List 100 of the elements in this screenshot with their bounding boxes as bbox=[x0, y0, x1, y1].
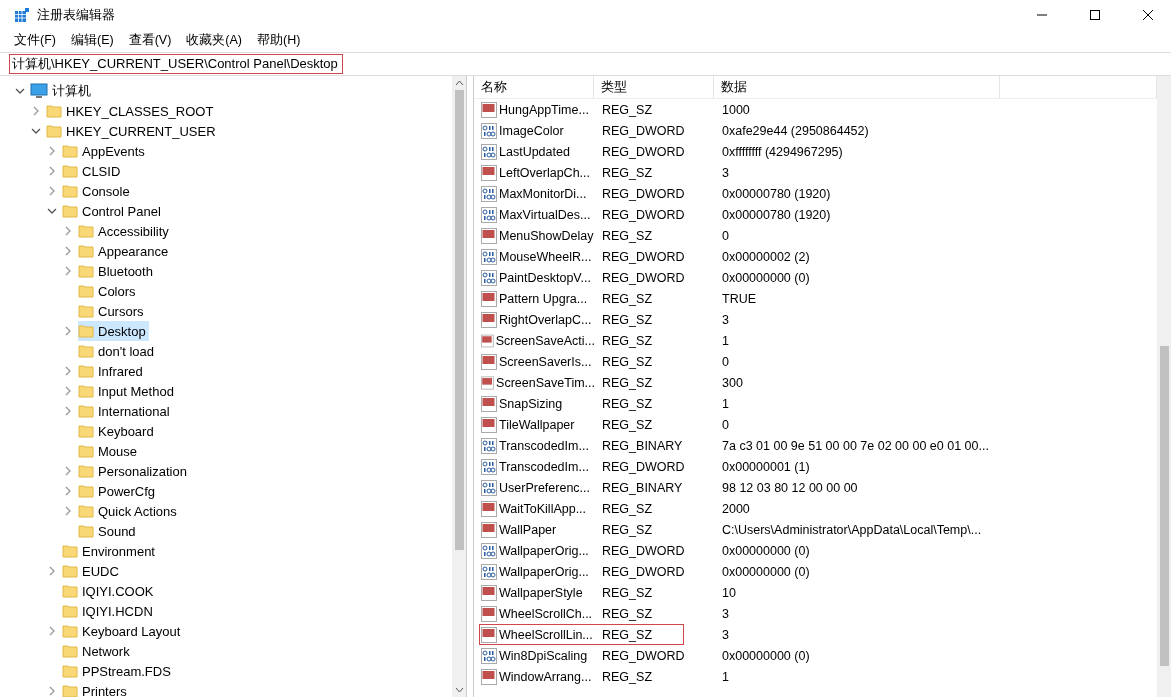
binary-value-icon bbox=[481, 458, 497, 475]
string-value-icon bbox=[481, 584, 497, 601]
value-data: 0x00000000 (0) bbox=[722, 270, 810, 285]
folder-icon bbox=[78, 243, 94, 259]
scrollbar[interactable] bbox=[1157, 76, 1171, 697]
column-header[interactable]: 数据 bbox=[713, 76, 1000, 98]
value-name: Pattern Upgra... bbox=[499, 291, 588, 306]
app-icon bbox=[14, 7, 30, 23]
tree-item[interactable]: HKEY_CLASSES_ROOT bbox=[46, 101, 217, 121]
tree-item[interactable]: 计算机 bbox=[30, 81, 94, 101]
tree-item[interactable]: Environment bbox=[62, 541, 158, 561]
tree-item[interactable]: Cursors bbox=[78, 301, 147, 321]
value-type: REG_SZ bbox=[602, 627, 652, 642]
tree-item[interactable]: HKEY_CURRENT_USER bbox=[46, 121, 219, 141]
folder-icon bbox=[62, 563, 78, 579]
value-type: REG_SZ bbox=[602, 312, 652, 327]
folder-icon bbox=[78, 523, 94, 539]
value-data: 0 bbox=[722, 228, 729, 243]
string-value-icon bbox=[481, 353, 497, 370]
tree-item[interactable]: PPStream.FDS bbox=[62, 661, 174, 681]
value-data: 0xffffffff (4294967295) bbox=[722, 144, 843, 159]
tree-item[interactable]: IQIYI.HCDN bbox=[62, 601, 156, 621]
menu-item[interactable]: 编辑(E) bbox=[70, 31, 114, 49]
string-value-icon bbox=[481, 626, 497, 643]
string-value-icon bbox=[481, 605, 497, 622]
binary-value-icon bbox=[481, 542, 497, 559]
tree-item[interactable]: Personalization bbox=[78, 461, 190, 481]
tree-item[interactable]: PowerCfg bbox=[78, 481, 159, 501]
tree-item[interactable]: Desktop bbox=[78, 321, 149, 341]
folder-icon bbox=[46, 103, 62, 119]
binary-value-icon bbox=[481, 143, 497, 160]
folder-icon bbox=[78, 483, 94, 499]
tree-item[interactable]: Keyboard bbox=[78, 421, 157, 441]
binary-value-icon bbox=[481, 122, 497, 139]
value-type: REG_DWORD bbox=[602, 144, 685, 159]
folder-icon bbox=[78, 323, 94, 339]
binary-value-icon bbox=[481, 647, 497, 664]
value-name: LastUpdated bbox=[499, 144, 570, 159]
tree-item[interactable]: Control Panel bbox=[62, 201, 164, 221]
tree-item[interactable]: Sound bbox=[78, 521, 139, 541]
string-value-icon bbox=[481, 374, 495, 391]
menu-item[interactable]: 帮助(H) bbox=[257, 31, 301, 49]
tree-item[interactable]: International bbox=[78, 401, 173, 421]
folder-icon bbox=[78, 303, 94, 319]
value-name: PaintDesktopV... bbox=[499, 270, 591, 285]
value-data: 7a c3 01 00 9e 51 00 00 7e 02 00 00 e0 01 00... bbox=[722, 438, 989, 453]
menu-item[interactable]: 文件(F) bbox=[14, 31, 56, 49]
tree-item[interactable]: Printers bbox=[62, 681, 130, 697]
string-value-icon bbox=[481, 101, 497, 118]
folder-icon bbox=[78, 443, 94, 459]
tree-item[interactable]: Input Method bbox=[78, 381, 177, 401]
value-type: REG_SZ bbox=[602, 585, 652, 600]
tree-item[interactable]: IQIYI.COOK bbox=[62, 581, 157, 601]
tree-item[interactable]: AppEvents bbox=[62, 141, 148, 161]
value-data: 2000 bbox=[722, 501, 750, 516]
value-type: REG_DWORD bbox=[602, 648, 685, 663]
value-name: WindowArrang... bbox=[499, 669, 592, 684]
value-type: REG_DWORD bbox=[602, 270, 685, 285]
tree-item[interactable]: Infrared bbox=[78, 361, 146, 381]
value-name: TranscodedIm... bbox=[499, 438, 589, 453]
value-data: 0x00000780 (1920) bbox=[722, 207, 831, 222]
tree-item[interactable]: CLSID bbox=[62, 161, 124, 181]
folder-icon bbox=[78, 283, 94, 299]
tree-item[interactable]: Quick Actions bbox=[78, 501, 180, 521]
column-header[interactable]: 名称 bbox=[474, 76, 595, 98]
value-name: TranscodedIm... bbox=[499, 459, 589, 474]
value-name: MaxVirtualDes... bbox=[499, 207, 591, 222]
tree-item[interactable]: Colors bbox=[78, 281, 139, 301]
binary-value-icon bbox=[481, 269, 497, 286]
tree-item[interactable]: Mouse bbox=[78, 441, 141, 461]
address-field[interactable]: 计算机\HKEY_CURRENT_USER\Control Panel\Desktop bbox=[9, 54, 343, 74]
folder-icon bbox=[62, 203, 78, 219]
menu-item[interactable]: 收藏夹(A) bbox=[186, 31, 242, 49]
tree-item[interactable]: Bluetooth bbox=[78, 261, 156, 281]
value-type: REG_DWORD bbox=[602, 543, 685, 558]
tree-item[interactable]: EUDC bbox=[62, 561, 122, 581]
column-header[interactable]: 类型 bbox=[594, 76, 714, 98]
tree-item[interactable]: Keyboard Layout bbox=[62, 621, 184, 641]
value-data: 3 bbox=[722, 165, 729, 180]
tree-item[interactable]: Appearance bbox=[78, 241, 172, 261]
value-name: WallpaperStyle bbox=[499, 585, 583, 600]
tree-item[interactable]: don't load bbox=[78, 341, 157, 361]
value-data: 0x00000001 (1) bbox=[722, 459, 810, 474]
value-type: REG_SZ bbox=[602, 354, 652, 369]
tree-item[interactable]: Accessibility bbox=[78, 221, 172, 241]
folder-icon bbox=[78, 463, 94, 479]
value-name: WallpaperOrig... bbox=[499, 543, 589, 558]
menu-item[interactable]: 查看(V) bbox=[128, 31, 172, 49]
maximize-icon bbox=[1090, 10, 1100, 20]
folder-icon bbox=[62, 683, 78, 697]
string-value-icon bbox=[481, 668, 497, 685]
value-name: MaxMonitorDi... bbox=[499, 186, 587, 201]
value-type: REG_SZ bbox=[602, 396, 652, 411]
folder-icon bbox=[78, 503, 94, 519]
tree-item[interactable]: Console bbox=[62, 181, 133, 201]
scrollbar[interactable] bbox=[452, 76, 466, 697]
value-type: REG_SZ bbox=[602, 417, 652, 432]
binary-value-icon bbox=[481, 185, 497, 202]
tree-item[interactable]: Network bbox=[62, 641, 133, 661]
value-data: 0x00000780 (1920) bbox=[722, 186, 831, 201]
